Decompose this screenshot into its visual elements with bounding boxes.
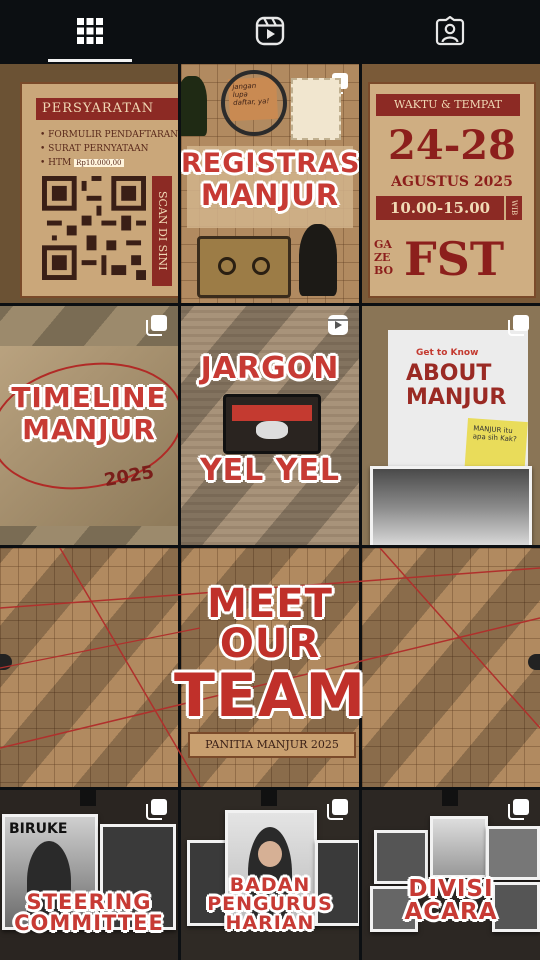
multiple-images-icon	[146, 315, 167, 336]
detective-figure	[299, 224, 337, 296]
reels-icon	[255, 16, 285, 46]
multiple-images-icon	[146, 799, 167, 820]
ceiling-lamp	[442, 790, 458, 806]
qr-code	[42, 176, 146, 280]
multiple-images-icon	[508, 315, 529, 336]
stamp-paper	[291, 78, 341, 140]
tagged-icon	[435, 16, 465, 46]
post-waktu-tempat[interactable]: WAKTU & TEMPAT 24-28 AGUSTUS 2025 10.00-…	[362, 64, 540, 303]
member-photo	[430, 816, 488, 878]
post-title-text: REGISTRASI MANJUR	[181, 148, 359, 212]
post-title: STEERING COMMITTEE	[14, 890, 164, 935]
post-persyaratan[interactable]: PERSYARATAN • FORMULIR PENDAFTARAN • SUR…	[0, 64, 178, 303]
team-plate: PANITIA MANJUR 2025	[188, 732, 356, 758]
posts-grid: PERSYARATAN • FORMULIR PENDAFTARAN • SUR…	[0, 64, 540, 960]
board-text: BIRUKE	[9, 821, 68, 837]
post-divisi-acara[interactable]: DIVISI ACARA	[362, 790, 540, 960]
post-timeline-manjur[interactable]: TIMELINE MANJUR 2025	[0, 306, 178, 545]
event-time: 10.00-15.00	[376, 196, 504, 220]
cassette-icon	[223, 394, 321, 454]
binder-ring	[528, 654, 540, 670]
persyaratan-header: PERSYARATAN	[36, 98, 178, 120]
htm-value: Rp10.000,00	[74, 159, 124, 167]
post-title: ABOUT MANJUR	[406, 361, 507, 410]
meet-our-team-title: MEET OUR TEAM	[173, 581, 367, 731]
ceiling-lamp	[80, 790, 96, 806]
post-badan-pengurus-harian[interactable]: BADAN PENGURUS HARIAN	[181, 790, 359, 960]
grid-icon	[77, 18, 103, 44]
post-title: TIMELINE MANJUR	[11, 381, 167, 446]
post-title: BADAN PENGURUS HARIAN	[207, 874, 333, 934]
member-photo	[486, 826, 540, 880]
post-jargon-yel-yel[interactable]: JARGON YEL YEL	[181, 306, 359, 545]
group-photo	[370, 466, 532, 545]
requirement-item: • HTM Rp10.000,00	[40, 158, 124, 168]
event-date: 24-28	[388, 122, 516, 169]
multiple-images-icon	[508, 799, 529, 820]
post-steering-committee[interactable]: BIRUKE STEERING COMMITTEE	[0, 790, 178, 960]
post-title-line2: YEL YEL	[199, 453, 341, 488]
magnifier-icon	[221, 70, 287, 136]
post-about-manjur[interactable]: Get to Know ABOUT MANJUR MANJUR itu apa …	[362, 306, 540, 545]
event-month: AGUSTUS 2025	[391, 174, 513, 190]
profile-tab-bar	[0, 0, 540, 62]
scan-label: SCAN DI SINI	[152, 176, 172, 286]
requirement-item: • FORMULIR PENDAFTARAN	[40, 130, 178, 140]
ceiling-lamp	[261, 790, 277, 806]
event-place-big: FST	[404, 232, 505, 286]
multiple-images-icon	[327, 799, 348, 820]
cassette-icon	[197, 236, 291, 298]
post-title-line1: JARGON	[200, 351, 340, 386]
requirement-item: • SURAT PERNYATAAN	[40, 144, 149, 154]
event-place-small: GA ZE BO	[374, 238, 394, 277]
reel-icon	[328, 315, 348, 335]
tab-tagged[interactable]	[360, 0, 540, 62]
event-tz: WIB	[506, 196, 522, 220]
waktu-header: WAKTU & TEMPAT	[376, 94, 520, 116]
post-title: DIVISI ACARA	[404, 876, 498, 925]
persyaratan-list: • FORMULIR PENDAFTARAN • SURAT PERNYATAA…	[40, 128, 178, 170]
detective-figure	[181, 76, 207, 136]
post-registrasi-manjur[interactable]: jangan lupa daftar, ya! REGISTRASI MANJU…	[181, 64, 359, 303]
get-to-know-label: Get to Know	[416, 348, 479, 358]
tab-reels[interactable]	[180, 0, 360, 62]
tab-posts-grid[interactable]	[0, 0, 180, 62]
